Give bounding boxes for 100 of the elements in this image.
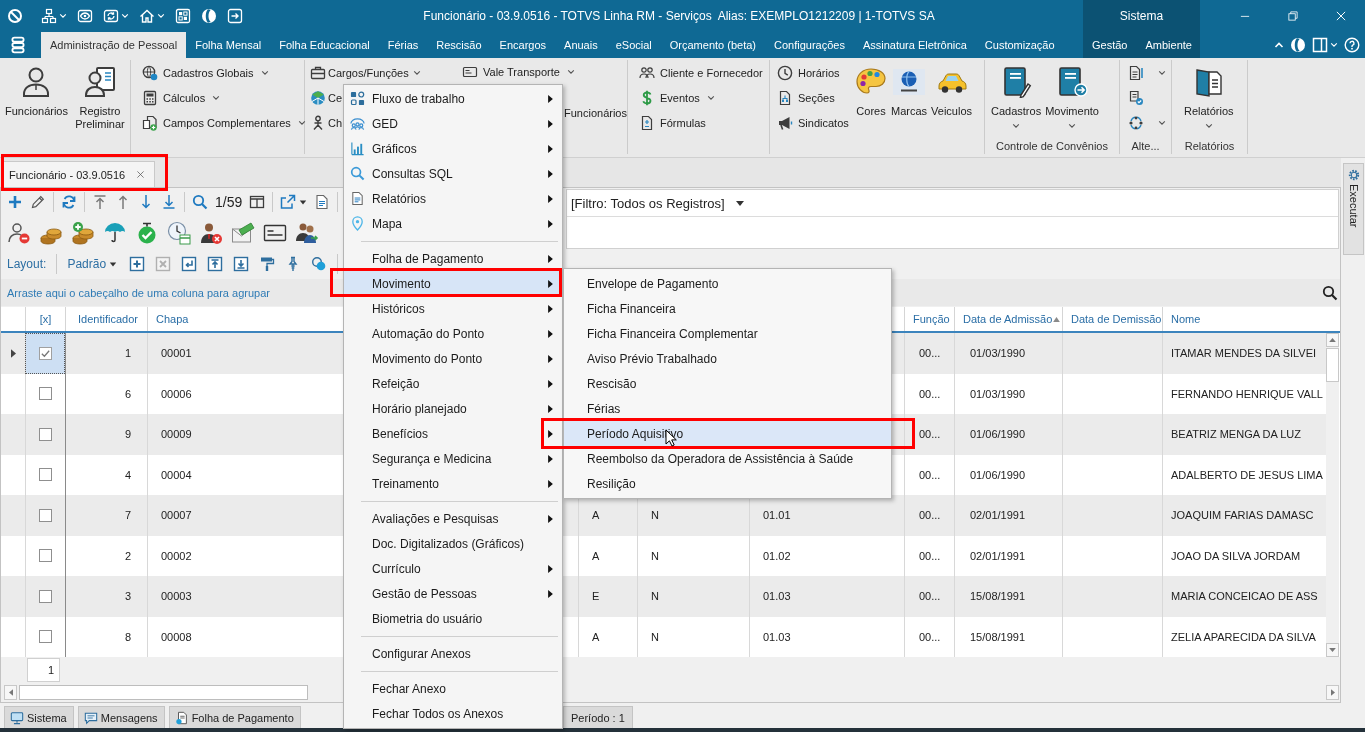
column-header[interactable]: Data de Admissão xyxy=(954,307,1062,331)
checkbox[interactable] xyxy=(39,589,52,603)
menu-item[interactable]: Fechar Anexo xyxy=(344,676,562,701)
status-tab[interactable]: Sistema xyxy=(4,706,74,728)
vertical-scrollbar[interactable] xyxy=(1326,333,1339,657)
document-icon[interactable] xyxy=(314,194,331,210)
menu-item[interactable]: GED xyxy=(344,111,562,136)
refresh-icon[interactable] xyxy=(61,194,77,210)
ribbon-tab[interactable]: Assinatura Eletrônica xyxy=(853,32,976,58)
status-tab[interactable]: Mensagens xyxy=(77,706,165,728)
person-minus-icon[interactable] xyxy=(7,221,31,245)
menu-item[interactable]: Gestão de Pessoas xyxy=(344,581,562,606)
arrow-bottom-icon[interactable] xyxy=(161,194,177,210)
ribbon-tab[interactable]: Folha Educacional xyxy=(270,32,379,58)
checkbox[interactable] xyxy=(39,468,52,482)
checkbox[interactable] xyxy=(39,549,52,563)
ribbon-button[interactable]: Relatórios xyxy=(1182,60,1236,130)
ribbon-button[interactable]: Funcionários xyxy=(3,60,70,118)
menu-item[interactable]: Folha de Pagamento xyxy=(344,246,562,271)
export-dropdown-button[interactable] xyxy=(280,194,308,210)
paint-roller-icon[interactable] xyxy=(259,255,276,272)
status-tab[interactable]: Folha de Pagamento xyxy=(168,706,301,728)
scroll-down-button[interactable] xyxy=(1326,643,1339,657)
scrollbar-thumb[interactable] xyxy=(1326,348,1339,382)
ribbon-tab[interactable]: Anuais xyxy=(555,32,607,58)
chevron-up-icon[interactable] xyxy=(1274,40,1284,50)
column-header[interactable]: Função xyxy=(904,307,954,331)
ribbon-button[interactable]: Horários xyxy=(775,60,842,85)
menu-item[interactable]: Envelope de Pagamento xyxy=(564,271,891,296)
ribbon-button[interactable]: Movimento xyxy=(1043,60,1101,130)
ribbon-button[interactable]: Registro Preliminar xyxy=(70,60,130,131)
ribbon-tab[interactable]: Orçamento (beta) xyxy=(660,32,765,58)
circles-icon[interactable] xyxy=(311,255,328,272)
menu-item[interactable]: Ficha Financeira xyxy=(564,296,891,321)
ribbon-tab[interactable]: Customização xyxy=(975,32,1064,58)
refresh-dropdown-button[interactable] xyxy=(103,8,129,24)
ribbon-button[interactable]: Cargos/Funções xyxy=(310,60,421,85)
ribbon-tab[interactable]: Configurações xyxy=(764,32,854,58)
menu-item[interactable]: Treinamento xyxy=(344,471,562,496)
menu-item[interactable]: Fechar Todos os Anexos xyxy=(344,701,562,726)
restore-icon[interactable] xyxy=(1287,10,1299,22)
stack-icon[interactable] xyxy=(9,36,27,54)
ribbon-button[interactable]: Cadastros Globais xyxy=(140,60,271,85)
return-box-icon[interactable] xyxy=(181,255,198,272)
ribbon-button[interactable]: Eventos xyxy=(637,85,717,110)
ribbon-button[interactable]: Cores xyxy=(853,60,889,118)
column-header[interactable]: Identificador xyxy=(65,307,147,331)
ribbon-button[interactable]: Ce xyxy=(310,85,343,110)
page-number-field[interactable]: 1 xyxy=(27,658,60,682)
ribbon-button[interactable]: Cálculos xyxy=(140,85,223,110)
clock-calendar-icon[interactable] xyxy=(167,221,191,245)
ribbon-tab[interactable]: Administração de Pessoal xyxy=(41,32,187,58)
plus-icon[interactable] xyxy=(7,194,23,210)
panel-layout-dropdown-button[interactable] xyxy=(1312,37,1338,53)
layout-dropdown[interactable]: Padrão xyxy=(67,256,118,271)
menu-item[interactable]: Avaliações e Pesquisas xyxy=(344,506,562,531)
menu-item[interactable]: Movimento do Ponto xyxy=(344,346,562,371)
menu-item[interactable]: Fluxo de trabalho xyxy=(344,86,562,111)
checkbox[interactable] xyxy=(39,427,52,441)
ribbon-button[interactable]: Vale Transporte xyxy=(460,61,627,82)
org-chart-dropdown-button[interactable] xyxy=(41,8,67,24)
ribbon-button[interactable]: Cliente e Fornecedor xyxy=(637,60,765,85)
checkbox[interactable] xyxy=(39,346,52,360)
home-dropdown-button[interactable] xyxy=(139,8,165,24)
menu-item[interactable]: Consultas SQL xyxy=(344,161,562,186)
ribbon-tab[interactable]: Rescisão xyxy=(427,32,491,58)
ribbon-button[interactable]: Seções xyxy=(775,85,837,110)
upload-box-icon[interactable] xyxy=(207,255,224,272)
column-header[interactable]: Data de Demissão xyxy=(1062,307,1162,331)
coins-plus-icon[interactable] xyxy=(71,221,95,245)
scroll-left-button[interactable] xyxy=(4,685,17,700)
column-header[interactable]: Nome xyxy=(1162,307,1326,331)
search-icon[interactable] xyxy=(1322,284,1338,301)
ribbon-button[interactable]: Veiculos xyxy=(929,60,975,118)
checkbox[interactable] xyxy=(39,387,52,401)
ribbon-tab[interactable]: Encargos xyxy=(490,32,556,58)
side-panel-tab[interactable]: Executar xyxy=(1343,163,1364,255)
ribbon-tab[interactable]: Folha Mensal xyxy=(186,32,271,58)
ribbon-button[interactable]: Marcas xyxy=(889,60,930,118)
close-icon[interactable] xyxy=(136,170,146,179)
arrow-top-icon[interactable] xyxy=(92,194,108,210)
column-header[interactable]: [x] xyxy=(25,307,65,331)
menu-item[interactable]: Benefícios xyxy=(344,421,562,446)
exit-box-icon[interactable] xyxy=(227,8,243,24)
envelope-money-icon[interactable] xyxy=(231,221,255,245)
menu-item[interactable]: Históricos xyxy=(344,296,562,321)
filter-dropdown[interactable]: [Filtro: Todos os Registros] xyxy=(571,195,745,211)
columns-icon[interactable] xyxy=(249,194,266,210)
ribbon-button[interactable]: Cadastros xyxy=(989,60,1044,130)
menu-item[interactable]: Relatórios xyxy=(344,186,562,211)
menu-item[interactable]: Mapa xyxy=(344,211,562,236)
scroll-up-button[interactable] xyxy=(1326,333,1339,347)
menu-item[interactable]: Refeição xyxy=(344,371,562,396)
checkbox[interactable] xyxy=(39,508,52,522)
pencil-icon[interactable] xyxy=(30,194,46,210)
download-box-icon[interactable] xyxy=(233,255,250,272)
menu-item[interactable]: Gráficos xyxy=(344,136,562,161)
help-icon[interactable] xyxy=(1344,37,1360,53)
app-logo-icon[interactable] xyxy=(7,8,23,24)
ribbon-tab[interactable]: Ambiente xyxy=(1136,32,1201,58)
